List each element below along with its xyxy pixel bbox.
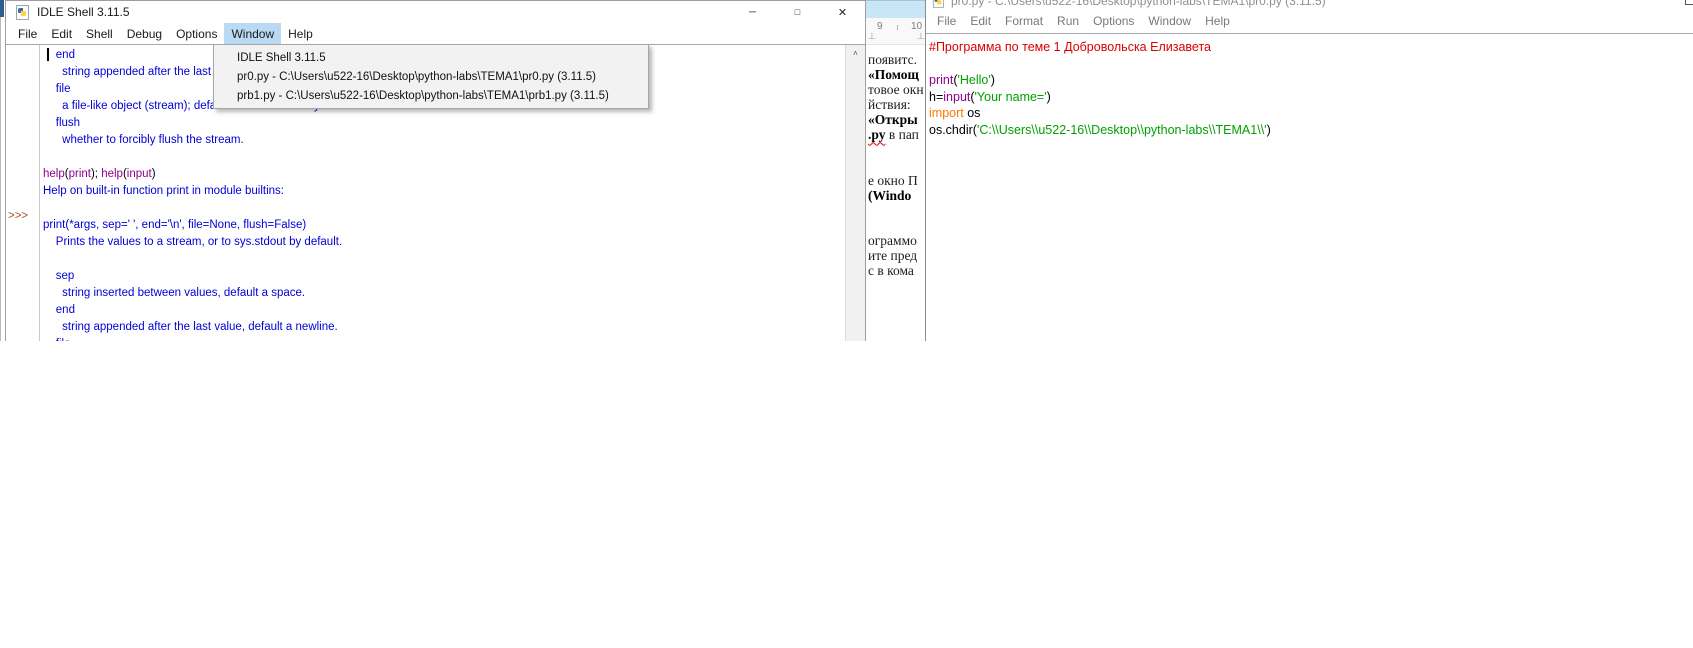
editor-menubar: FileEditFormatRunOptionsWindowHelp (926, 8, 1693, 34)
gutter-separator (39, 45, 40, 341)
menu-window[interactable]: Window (1141, 8, 1198, 33)
text-line: «Откры (868, 112, 924, 127)
word-ribbon-fragment (866, 0, 925, 18)
text-line: товое окн (868, 82, 924, 97)
shell-prompt: >>> (8, 210, 28, 222)
editor-titlebar[interactable]: pr0.py - C:\Users\u522-16\Desktop\python… (926, 0, 1693, 8)
ruler-number: 9 (877, 21, 883, 32)
menu-options[interactable]: Options (1086, 8, 1141, 33)
window-menu-item[interactable]: pr0.py - C:\Users\u522-16\Desktop\python… (214, 68, 648, 87)
text-line (43, 149, 363, 166)
window-control-fragment[interactable] (1685, 0, 1693, 5)
text-line (43, 200, 363, 217)
menu-format[interactable]: Format (998, 8, 1050, 33)
close-button[interactable]: ✕ (820, 1, 865, 23)
text-line: print(*args, sep=' ', end='\n', file=Non… (43, 217, 363, 234)
menu-edit[interactable]: Edit (44, 23, 79, 44)
editor-window: pr0.py - C:\Users\u522-16\Desktop\python… (925, 0, 1693, 341)
document-text: появитс.«Помощтовое окнйствия:«Откры.ру … (868, 52, 924, 278)
text-line: е окно П (868, 173, 924, 188)
text-line: «Помощ (868, 67, 924, 82)
editor-text-area[interactable]: #Программа по теме 1 Добровольска Елизав… (929, 39, 1271, 138)
python-file-icon (15, 5, 29, 19)
menu-window[interactable]: Window (224, 23, 281, 44)
ruler-tick (897, 25, 898, 30)
text-line: os.chdir('C:\\Users\\u522-16\\Desktop\\p… (929, 122, 1271, 139)
text-line: Prints the values to a stream, or to sys… (43, 234, 363, 251)
visible-content-region: IDLE Shell 3.11.5 ─ □ ✕ FileEditShellDeb… (0, 0, 1693, 341)
text-line: h=input('Your name=') (929, 89, 1271, 106)
menu-run[interactable]: Run (1050, 8, 1086, 33)
text-line (43, 251, 363, 268)
menu-edit[interactable]: Edit (963, 8, 998, 33)
text-line (868, 143, 924, 158)
python-file-icon (932, 0, 944, 7)
menu-options[interactable]: Options (169, 23, 224, 44)
window-menu-item[interactable]: prb1.py - C:\Users\u522-16\Desktop\pytho… (214, 87, 648, 106)
text-line: string inserted between values, default … (43, 285, 363, 302)
text-line: появитс. (868, 52, 924, 67)
text-line (929, 56, 1271, 73)
window-menu-item[interactable]: IDLE Shell 3.11.5 (214, 49, 648, 68)
background-window-border (0, 17, 1, 341)
scroll-up-arrow-icon[interactable]: ˄ (846, 45, 865, 62)
text-line: йствия: (868, 97, 924, 112)
text-line (868, 158, 924, 173)
idle-shell-window: IDLE Shell 3.11.5 ─ □ ✕ FileEditShellDeb… (5, 0, 866, 341)
maximize-button[interactable]: □ (775, 1, 820, 23)
window-menu-dropdown: IDLE Shell 3.11.5pr0.py - C:\Users\u522-… (213, 44, 649, 109)
editor-window-title: pr0.py - C:\Users\u522-16\Desktop\python… (951, 0, 1326, 8)
text-line: Help on built-in function print in modul… (43, 183, 363, 200)
text-line: sep (43, 268, 363, 285)
vertical-scrollbar[interactable]: ˄ (845, 45, 865, 341)
text-line: ограммо (868, 233, 924, 248)
ruler-margin-mark: ⊥ (868, 31, 876, 42)
word-document-strip[interactable]: 9 10 ⊥ ⊥ появитс.«Помощтовое окнйствия:«… (866, 0, 925, 341)
text-line: ите пред (868, 248, 924, 263)
text-line: с в кома (868, 263, 924, 278)
desktop: IDLE Shell 3.11.5 ─ □ ✕ FileEditShellDeb… (0, 0, 1693, 648)
text-line: whether to forcibly flush the stream. (43, 132, 363, 149)
text-line: print('Hello') (929, 72, 1271, 89)
editor-titlebar-content: pr0.py - C:\Users\u522-16\Desktop\python… (926, 0, 1326, 8)
text-line: #Программа по теме 1 Добровольска Елизав… (929, 39, 1271, 56)
menu-help[interactable]: Help (281, 23, 320, 44)
text-line: .ру в пап (868, 127, 924, 142)
ruler-margin-mark: ⊥ (917, 31, 925, 42)
text-line (868, 203, 924, 218)
word-ruler: 9 10 ⊥ ⊥ (866, 18, 925, 45)
shell-titlebar[interactable]: IDLE Shell 3.11.5 ─ □ ✕ (6, 1, 865, 23)
minimize-button[interactable]: ─ (730, 1, 775, 23)
text-line: end (43, 302, 363, 319)
text-line (868, 218, 924, 233)
menu-help[interactable]: Help (1198, 8, 1237, 33)
text-line: string appended after the last value, de… (43, 319, 363, 336)
window-controls: ─ □ ✕ (730, 1, 865, 23)
menu-file[interactable]: File (11, 23, 44, 44)
shell-menubar: FileEditShellDebugOptionsWindowHelp (6, 23, 865, 45)
text-line: (Windo (868, 188, 924, 203)
menu-shell[interactable]: Shell (79, 23, 120, 44)
text-line: file (43, 336, 363, 341)
menu-debug[interactable]: Debug (120, 23, 169, 44)
background-window-fragment (0, 0, 4, 17)
text-line: help(print); help(input) (43, 166, 363, 183)
menu-file[interactable]: File (930, 8, 963, 33)
shell-window-title: IDLE Shell 3.11.5 (37, 5, 130, 19)
text-line: flush (43, 115, 363, 132)
text-line: import os (929, 105, 1271, 122)
